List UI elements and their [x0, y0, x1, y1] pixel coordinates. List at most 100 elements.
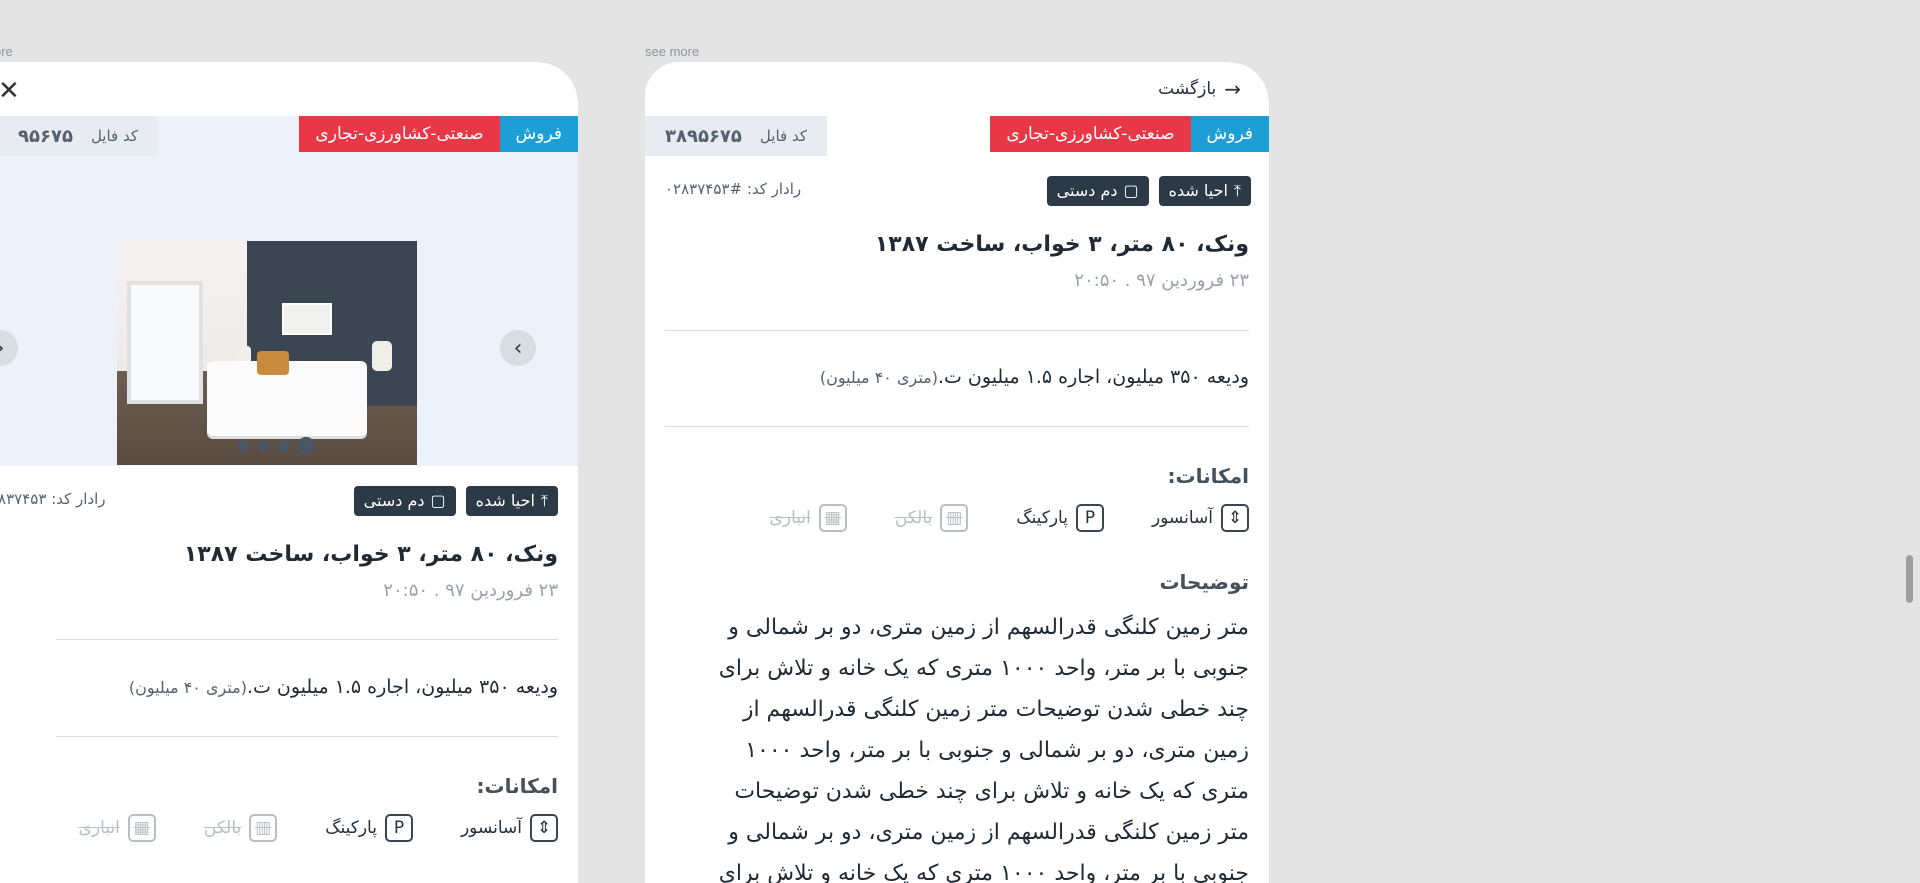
facility-storage: ▦ انباری [770, 504, 847, 532]
description-line: جنوبی با بر متر، واحد ۱۰۰۰ متری که یک خا… [718, 861, 1249, 883]
file-code-value: ۹۵۶۷۵ [18, 125, 73, 147]
canvas: ore see more ✕ فروش صنعتی-کشاورزی-تجاری … [0, 0, 1920, 883]
description-line: چند خطی شدن توضیحات متر زمین کلنگی قدرال… [742, 697, 1249, 722]
badge-renewed: ⤒ احیا شده [465, 486, 558, 516]
badge-manual: ▢ دم دستی [1046, 176, 1149, 206]
facility-label: پارکینگ [325, 818, 377, 838]
listing-card-gallery: ✕ فروش صنعتی-کشاورزی-تجاری کد فایل ۹۵۶۷۵ [0, 62, 578, 883]
badge-manual-label: دم دستی [1056, 181, 1118, 200]
scrollbar-thumb[interactable] [1906, 555, 1913, 603]
listing-date: ۲۳ فروردین ۹۷ . ۲۰:۵۰ [383, 580, 558, 601]
gallery-prev-button[interactable]: ‹ [0, 330, 18, 366]
tag-category: صنعتی-کشاورزی-تجاری [990, 116, 1191, 152]
listing-tags: فروش صنعتی-کشاورزی-تجاری [990, 116, 1269, 152]
facility-storage: ▦ انباری [79, 814, 156, 842]
facility-label: بالکن [894, 508, 933, 528]
radar-value: ۲۸۳۷۴۵۳ [0, 490, 47, 508]
gallery-dots [237, 437, 315, 455]
elevator-icon: ⇕ [530, 814, 558, 842]
listing-price: ودیعه ۳۵۰ میلیون، اجاره ۱.۵ میلیون ت.(مت… [820, 366, 1249, 388]
tag-category: صنعتی-کشاورزی-تجاری [299, 116, 500, 152]
status-badges: ⤒ احیا شده ▢ دم دستی [353, 486, 558, 516]
badge-renewed: ⤒ احیا شده [1158, 176, 1251, 206]
file-code-label: کد فایل [90, 127, 138, 145]
card-header: → بازگشت [645, 62, 1269, 116]
square-icon: ▢ [430, 491, 446, 510]
close-icon[interactable]: ✕ [0, 76, 20, 106]
gallery-next-button[interactable]: › [500, 330, 536, 366]
facilities-list: ⇕ آسانسور P پارکینگ ▥ بالکن ▦ انباری [770, 504, 1249, 532]
listing-card-body: → بازگشت فروش صنعتی-کشاورزی-تجاری کد فای… [645, 62, 1269, 883]
description-line: جنوبی با بر متر، واحد ۱۰۰۰ متری که یک خا… [718, 656, 1249, 681]
price-per-meter: (متری ۴۰ میلیون) [819, 368, 938, 387]
chevron-right-icon: › [513, 335, 523, 361]
price-main: ودیعه ۳۵۰ میلیون، اجاره ۱.۵ میلیون ت. [246, 676, 558, 698]
square-icon: ▢ [1123, 181, 1139, 200]
description-line: متر زمین کلنگی قدرالسهم از زمین متری، دو… [728, 615, 1249, 640]
balcony-icon: ▥ [940, 504, 969, 532]
divider [56, 736, 558, 737]
arrow-right-icon: → [1224, 77, 1241, 101]
gallery-dot-active[interactable] [297, 437, 315, 455]
listing-tags: فروش صنعتی-کشاورزی-تجاری [299, 116, 578, 152]
storage-icon: ▦ [818, 504, 847, 532]
facility-label: آسانسور [460, 818, 522, 838]
upload-icon: ⤒ [540, 491, 548, 510]
tag-sale: فروش [499, 116, 578, 152]
file-code-box: کد فایل ۳۸۹۵۶۷۵ [645, 116, 827, 156]
file-code-box: کد فایل ۹۵۶۷۵ [0, 116, 158, 156]
see-more-link-left[interactable]: ore [0, 44, 13, 59]
facility-balcony: ▥ بالکن [894, 504, 969, 532]
badge-manual-label: دم دستی [363, 491, 425, 510]
facilities-title: امکانات: [1167, 464, 1250, 488]
gallery-dot[interactable] [237, 440, 249, 452]
back-button[interactable]: → بازگشت [1158, 77, 1241, 101]
upload-icon: ⤒ [1233, 181, 1241, 200]
listing-price: ودیعه ۳۵۰ میلیون، اجاره ۱.۵ میلیون ت.(مت… [129, 676, 558, 698]
facility-elevator: ⇕ آسانسور [461, 814, 558, 842]
radar-code: رادار کد: #۰۲۸۳۷۴۵۳ [665, 180, 801, 198]
divider [665, 426, 1249, 427]
description-text: متر زمین کلنگی قدرالسهم از زمین متری، دو… [665, 607, 1249, 883]
badge-renewed-label: احیا شده [475, 491, 535, 510]
photo-gallery[interactable]: فروش صنعتی-کشاورزی-تجاری کد فایل ۹۵۶۷۵ › [0, 116, 578, 466]
back-label: بازگشت [1158, 79, 1217, 99]
description-line: متر زمین کلنگی قدرالسهم از زمین متری، دو… [728, 820, 1249, 845]
description-line: متری که یک خانه و تلاش برای چند خطی شدن … [734, 779, 1249, 804]
property-photo [117, 241, 417, 465]
status-badges: ⤒ احیا شده ▢ دم دستی [1046, 176, 1251, 206]
facility-parking: P پارکینگ [325, 814, 413, 842]
radar-value: #۰۲۸۳۷۴۵۳ [665, 180, 743, 198]
facility-balcony: ▥ بالکن [203, 814, 278, 842]
listing-title: ونک، ۸۰ متر، ۳ خواب، ساخت ۱۳۸۷ [183, 542, 558, 567]
elevator-icon: ⇕ [1221, 504, 1249, 532]
radar-label: رادار کد: [51, 490, 106, 508]
price-main: ودیعه ۳۵۰ میلیون، اجاره ۱.۵ میلیون ت. [937, 366, 1249, 388]
listing-card-body: ✕ فروش صنعتی-کشاورزی-تجاری کد فایل ۹۵۶۷۵ [0, 62, 578, 883]
file-code-value: ۳۸۹۵۶۷۵ [665, 125, 742, 147]
facility-label: بالکن [203, 818, 242, 838]
facilities-list: ⇕ آسانسور P پارکینگ ▥ بالکن ▦ انباری [79, 814, 558, 842]
radar-code: رادار کد: ۲۸۳۷۴۵۳ [0, 490, 106, 508]
card-header: ✕ [0, 62, 578, 116]
gallery-dot[interactable] [277, 440, 289, 452]
facilities-title: امکانات: [476, 774, 559, 798]
file-code-label: کد فایل [759, 127, 807, 145]
gallery-dot[interactable] [257, 440, 269, 452]
description-title: توضیحات [1159, 570, 1249, 594]
facility-label: انباری [769, 508, 811, 528]
listing-date: ۲۳ فروردین ۹۷ . ۲۰:۵۰ [1074, 270, 1249, 291]
facility-elevator: ⇕ آسانسور [1152, 504, 1249, 532]
description-line: زمین متری، دو بر شمالی و جنوبی با بر متر… [745, 738, 1249, 763]
chevron-left-icon: ‹ [0, 336, 4, 361]
price-per-meter: (متری ۴۰ میلیون) [128, 678, 247, 697]
radar-label: رادار کد: [746, 180, 802, 198]
parking-icon: P [1075, 504, 1104, 532]
divider [56, 639, 558, 640]
badge-renewed-label: احیا شده [1168, 181, 1228, 200]
badge-manual: ▢ دم دستی [353, 486, 456, 516]
tag-sale: فروش [1190, 116, 1269, 152]
facility-label: پارکینگ [1016, 508, 1068, 528]
divider [665, 330, 1249, 331]
see-more-link[interactable]: see more [645, 44, 699, 59]
